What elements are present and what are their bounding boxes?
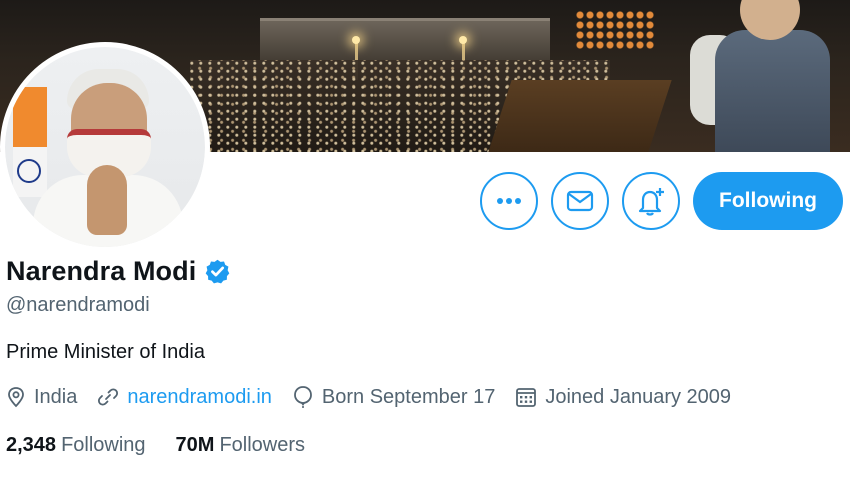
balloon-icon (294, 386, 312, 408)
profile-stats: 2,348 Following 70M Followers (6, 434, 335, 457)
banner-lamp (459, 36, 467, 44)
more-button[interactable] (480, 172, 538, 230)
website-item[interactable]: narendramodi.in (97, 386, 272, 409)
birthday-item: Born September 17 (292, 385, 495, 409)
location-item: India (6, 386, 77, 409)
following-count: 2,348 (6, 434, 57, 456)
profile-handle: @narendramodi (6, 294, 150, 316)
banner-flowers (575, 10, 655, 50)
profile-bio: Prime Minister of India (6, 341, 205, 363)
followers-stat[interactable]: 70M Followers (176, 434, 305, 457)
website-link[interactable]: narendramodi.in (127, 386, 272, 409)
followers-label: Followers (219, 434, 306, 456)
joined-item: Joined January 2009 (515, 386, 731, 409)
joined-text: Joined January 2009 (545, 385, 732, 408)
following-label: Following (61, 434, 146, 456)
profile-avatar[interactable] (0, 42, 210, 252)
banner-stage (488, 80, 672, 152)
notifications-button[interactable] (622, 172, 680, 230)
calendar-icon (516, 388, 537, 407)
verified-badge-icon (206, 259, 230, 284)
banner-lamp (352, 36, 360, 44)
link-icon (98, 388, 119, 406)
bell-plus-icon (638, 188, 664, 216)
following-button[interactable]: Following (693, 172, 843, 230)
more-icon (497, 198, 521, 204)
location-pin-icon (8, 387, 24, 408)
profile-name-row: Narendra Modi (6, 256, 231, 287)
following-stat[interactable]: 2,348 Following (6, 434, 146, 457)
profile-meta: India narendramodi.in Born September 17 … (6, 385, 751, 409)
banner-person (670, 0, 850, 152)
followers-count: 70M (175, 434, 215, 456)
display-name: Narendra Modi (6, 256, 197, 286)
birthday-text: Born September 17 (321, 385, 496, 408)
envelope-icon (566, 190, 594, 212)
message-button[interactable] (551, 172, 609, 230)
location-text: India (34, 385, 78, 408)
